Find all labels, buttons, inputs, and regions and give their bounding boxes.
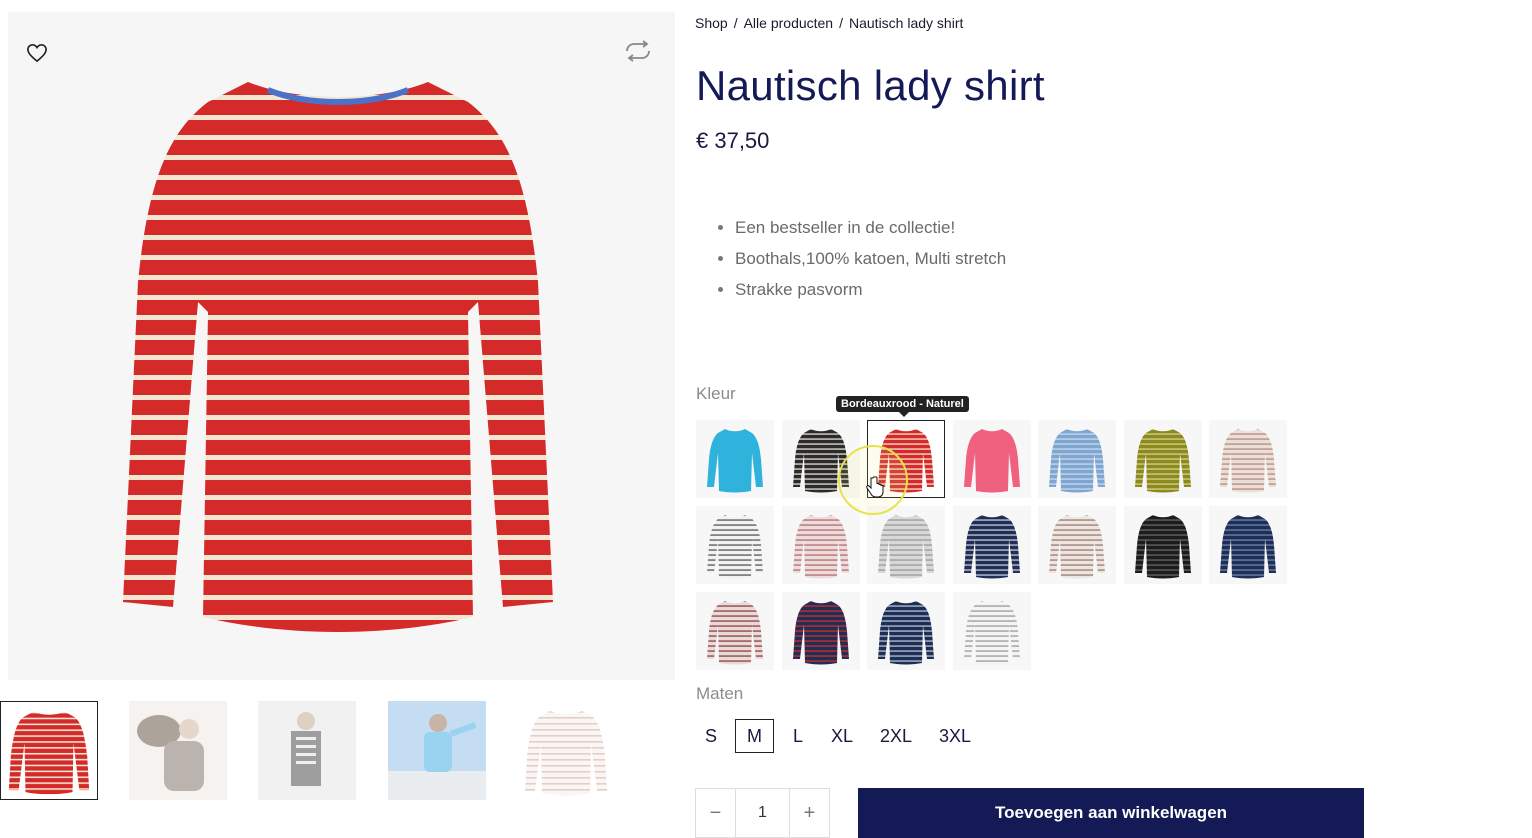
size-label: Maten — [696, 684, 744, 703]
feature-item: Een bestseller in de collectie! — [735, 212, 1006, 243]
shirt-thumbnail — [964, 429, 1020, 493]
add-to-cart-button[interactable]: Toevoegen aan winkelwagen — [858, 788, 1364, 838]
shirt-thumbnail — [964, 515, 1020, 579]
thumbnail-image — [129, 701, 227, 800]
product-price: € 37,50 — [696, 128, 770, 153]
shirt-thumbnail — [793, 515, 849, 579]
color-swatch[interactable] — [953, 506, 1031, 584]
shirt-thumbnail — [1135, 515, 1191, 579]
color-swatch[interactable] — [1124, 420, 1202, 498]
color-swatch[interactable] — [696, 592, 774, 670]
size-option-s[interactable]: S — [696, 719, 726, 753]
color-swatch[interactable] — [867, 420, 945, 498]
thumbnail-image — [1, 702, 97, 799]
color-swatch[interactable] — [1209, 420, 1287, 498]
thumbnail-image — [258, 701, 356, 800]
color-swatch[interactable] — [696, 506, 774, 584]
thumbnail-image — [388, 701, 486, 800]
main-product-image[interactable] — [8, 12, 675, 680]
breadcrumb-current: Nautisch lady shirt — [849, 15, 964, 31]
shirt-thumbnail — [1049, 515, 1105, 579]
thumbnail-4[interactable] — [388, 701, 486, 800]
thumbnail-1[interactable] — [0, 701, 98, 800]
color-tooltip: Bordeauxrood - Naturel — [836, 396, 969, 417]
shirt-thumbnail — [707, 429, 763, 493]
shirt-thumbnail — [707, 515, 763, 579]
size-option-m[interactable]: M — [735, 719, 774, 753]
color-swatch[interactable] — [1209, 506, 1287, 584]
thumbnail-strip — [0, 701, 680, 801]
size-option-l[interactable]: L — [784, 719, 812, 753]
shirt-thumbnail — [1220, 515, 1276, 579]
size-option-xl[interactable]: XL — [824, 719, 860, 753]
breadcrumb-all-products[interactable]: Alle producten — [744, 15, 834, 31]
feature-item: Boothals,100% katoen, Multi stretch — [735, 243, 1006, 274]
breadcrumb-shop[interactable]: Shop — [695, 15, 728, 31]
compare-button[interactable] — [621, 36, 655, 66]
shirt-thumbnail — [1049, 429, 1105, 493]
thumbnail-2[interactable] — [129, 701, 227, 800]
color-swatch-grid — [696, 420, 1306, 670]
breadcrumb: Shop / Alle producten / Nautisch lady sh… — [695, 15, 963, 31]
wishlist-button[interactable] — [22, 38, 52, 68]
breadcrumb-separator: / — [839, 15, 843, 31]
color-swatch[interactable] — [867, 506, 945, 584]
thumbnail-image — [517, 701, 615, 800]
color-swatch[interactable] — [1038, 420, 1116, 498]
shirt-thumbnail — [878, 429, 934, 493]
heart-icon — [27, 43, 47, 63]
thumbnail-5[interactable] — [517, 701, 615, 800]
color-swatch[interactable] — [782, 592, 860, 670]
color-swatch[interactable] — [782, 420, 860, 498]
shirt-thumbnail — [964, 601, 1020, 665]
color-swatch[interactable] — [1124, 506, 1202, 584]
quantity-stepper: − 1 + — [695, 788, 830, 838]
shirt-thumbnail — [878, 601, 934, 665]
shirt-thumbnail — [878, 515, 934, 579]
quantity-input[interactable]: 1 — [735, 789, 790, 837]
color-swatch[interactable] — [1038, 506, 1116, 584]
feature-list: Een bestseller in de collectie! Boothals… — [735, 212, 1006, 305]
thumbnail-3[interactable] — [258, 701, 356, 800]
quantity-increase-button[interactable]: + — [790, 789, 829, 837]
shirt-thumbnail — [793, 601, 849, 665]
breadcrumb-separator: / — [733, 15, 738, 31]
color-swatch[interactable] — [696, 420, 774, 498]
shirt-thumbnail — [1135, 429, 1191, 493]
color-swatch[interactable] — [953, 592, 1031, 670]
color-label: Kleur — [696, 384, 736, 403]
product-photo — [123, 82, 553, 632]
size-option-2xl[interactable]: 2XL — [872, 719, 920, 753]
product-title: Nautisch lady shirt — [696, 62, 1045, 109]
size-option-3xl[interactable]: 3XL — [931, 719, 979, 753]
color-swatch[interactable] — [953, 420, 1031, 498]
quantity-decrease-button[interactable]: − — [696, 789, 735, 837]
compare-arrows-icon — [626, 40, 650, 62]
feature-item: Strakke pasvorm — [735, 274, 1006, 305]
color-swatch[interactable] — [867, 592, 945, 670]
shirt-thumbnail — [1220, 429, 1276, 493]
shirt-thumbnail — [793, 429, 849, 493]
shirt-thumbnail — [707, 601, 763, 665]
color-swatch[interactable] — [782, 506, 860, 584]
